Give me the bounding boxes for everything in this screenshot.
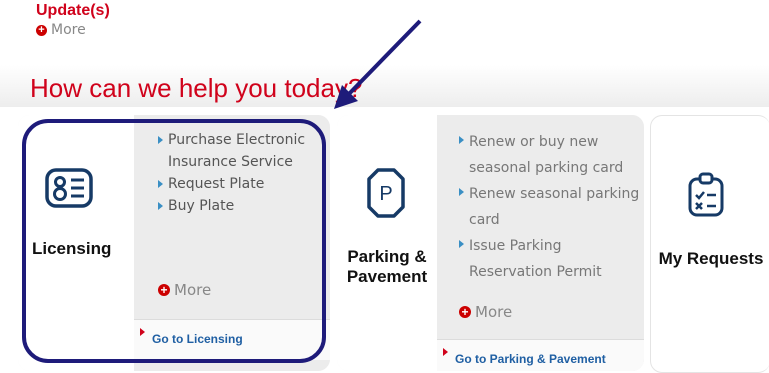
link-issue-reservation-permit[interactable]: Issue Parking Reservation Permit (457, 233, 642, 285)
plus-circle-icon: + (459, 306, 471, 318)
updates-more-label: More (51, 22, 86, 38)
parking-card-main[interactable]: P Parking & Pavement (337, 115, 437, 371)
updates-title: Update(s) (36, 2, 110, 19)
parking-more-link[interactable]: + More (459, 303, 512, 321)
red-triangle-icon (443, 348, 448, 356)
licensing-highlight-box (22, 119, 326, 363)
parking-links-panel: Renew or buy new seasonal parking card R… (437, 115, 644, 371)
go-to-parking-row[interactable]: Go to Parking & Pavement (437, 339, 644, 371)
annotation-arrow-icon (334, 19, 422, 109)
parking-label: Parking & Pavement (346, 247, 428, 286)
my-requests-card[interactable]: My Requests (650, 115, 769, 373)
parking-more-label: More (475, 303, 513, 321)
go-to-parking-link[interactable]: Go to Parking & Pavement (455, 352, 606, 366)
parking-sign-icon: P (367, 168, 405, 218)
updates-more-link[interactable]: + More (36, 22, 110, 38)
updates-section: Update(s) + More (36, 2, 110, 38)
clipboard-checklist-icon (688, 172, 724, 217)
parking-links: Renew or buy new seasonal parking card R… (457, 129, 642, 285)
help-title: How can we help you today? (30, 73, 363, 103)
svg-text:P: P (379, 183, 392, 205)
my-requests-label: My Requests (658, 249, 764, 268)
link-renew-parking-card[interactable]: Renew seasonal parking card (457, 181, 642, 233)
link-renew-buy-parking-card[interactable]: Renew or buy new seasonal parking card (457, 129, 642, 181)
parking-card[interactable]: P Parking & Pavement Renew or buy new se… (337, 115, 644, 371)
plus-circle-icon: + (36, 24, 47, 36)
